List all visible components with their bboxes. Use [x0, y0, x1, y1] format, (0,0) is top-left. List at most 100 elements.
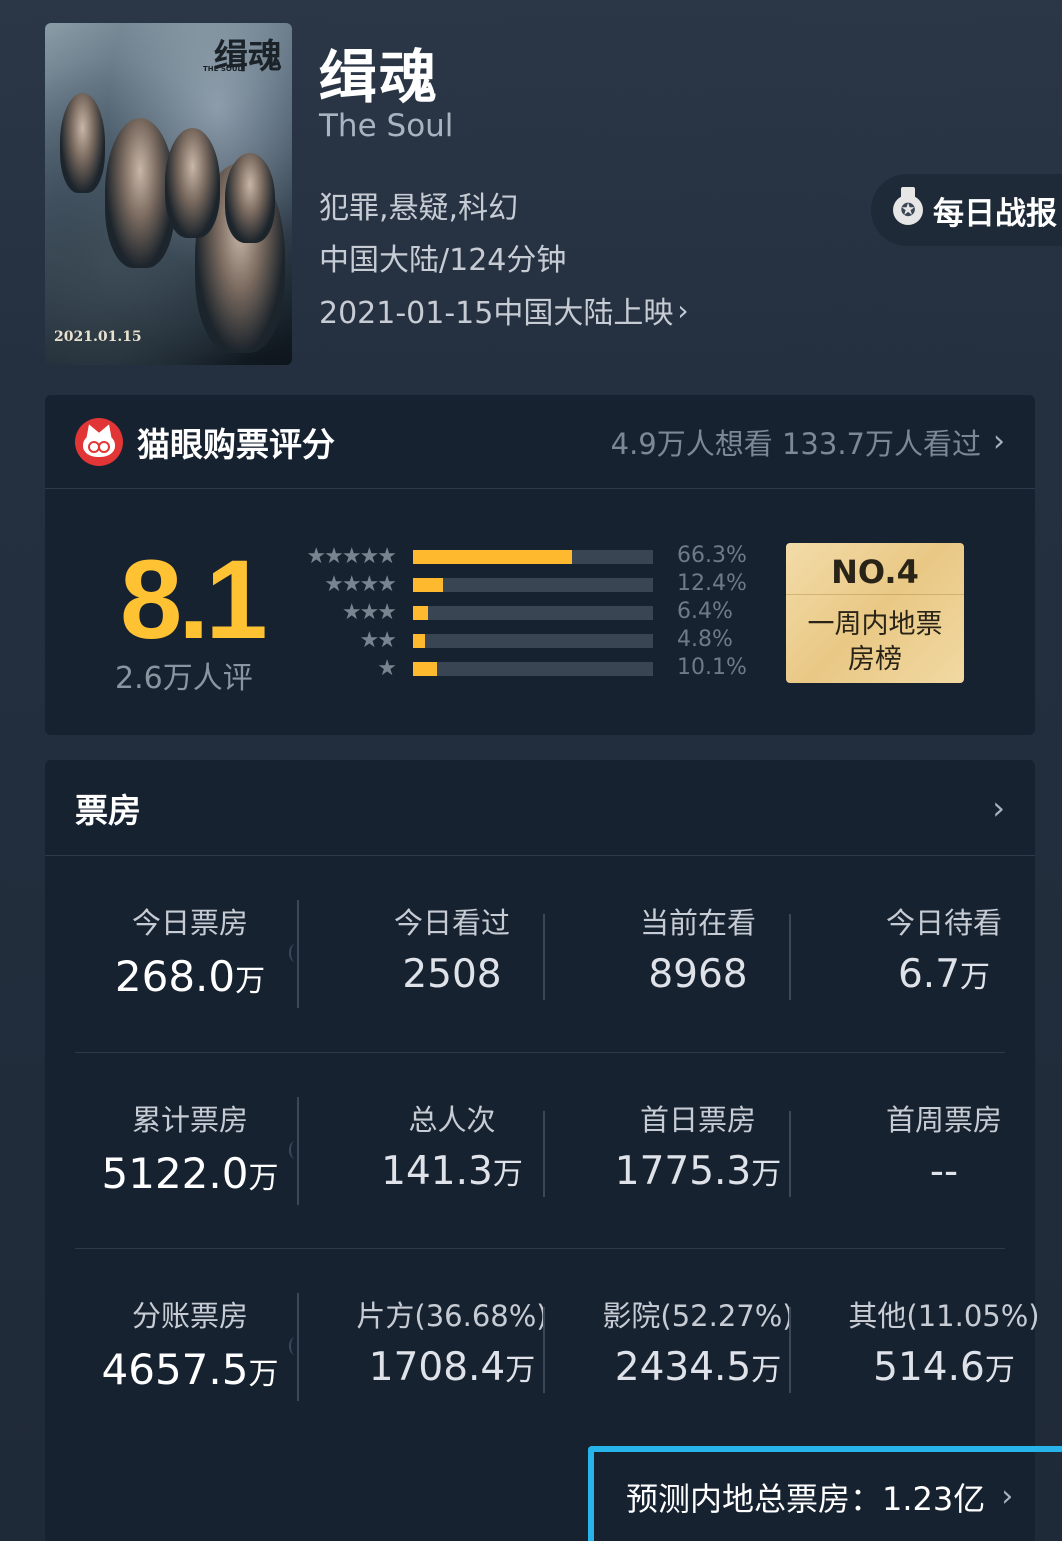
rating-bar-fill — [413, 578, 443, 592]
rating-bar-fill — [413, 606, 429, 620]
release-date-text: 2021-01-15中国大陆上映 — [319, 296, 674, 331]
stat-number: 6.7 — [897, 952, 961, 997]
rating-percent: 12.4% — [677, 571, 747, 596]
divider — [789, 914, 791, 1000]
daily-report-label: 每日战报 — [933, 195, 1057, 232]
divider — [789, 1111, 791, 1197]
stat-label: 首周票房 — [885, 1103, 1002, 1137]
stat-value: 5122.0万 — [75, 1149, 305, 1198]
prediction-text: 预测内地总票房：1.23亿 — [626, 1479, 986, 1518]
rating-header[interactable]: 猫眼购票评分 4.9万人想看 133.7万人看过 › — [45, 395, 1035, 489]
rating-score: 8.1 — [120, 537, 268, 662]
stat-value: 6.7万 — [821, 952, 1062, 997]
chevron-right-icon: › — [1001, 1479, 1014, 1514]
star-rating-icon: ★★ — [359, 628, 397, 653]
box-office-title: 票房 — [75, 790, 141, 830]
stat-label: 今日看过 — [393, 906, 510, 940]
stat-cell: 今日看过 2508 — [329, 856, 575, 1052]
divider — [543, 914, 545, 1000]
stat-number: 1775.3 — [614, 1149, 752, 1194]
chevron-right-icon: › — [993, 424, 1005, 459]
stat-label: 今日待看 — [885, 906, 1002, 940]
rating-percent: 10.1% — [677, 655, 747, 680]
rating-row: ★ 10.1% — [277, 655, 747, 685]
stat-value: 2434.5万 — [575, 1345, 821, 1390]
chevron-right-icon: › — [992, 788, 1005, 827]
stat-value: 141.3万 — [329, 1149, 575, 1194]
chevron-right-icon: › — [677, 293, 689, 327]
stats-row: 分账票房 4657.5万 片方(36.68%) 1708.4万 影院(52.27%) 24… — [75, 1248, 1040, 1445]
rating-row: ★★★★ 12.4% — [277, 571, 747, 601]
stat-label: 今日票房 — [131, 906, 248, 940]
stat-label: 总人次 — [408, 1103, 496, 1137]
box-office-card: 票房 › 今日票房 268.0万 今日看过 2508 当前在看 8968 今日待看 6.7万累… — [45, 760, 1062, 1541]
stat-value: 2508 — [329, 952, 575, 997]
stats-row: 累计票房 5122.0万 总人次 141.3万 首日票房 1775.3万 首周票房 -- — [75, 1052, 1005, 1248]
poster-date: 2021.01.15 — [54, 329, 142, 345]
stat-value: 4657.5万 — [75, 1345, 305, 1394]
stat-cell: 今日票房 268.0万 — [75, 856, 305, 1052]
release-date-link[interactable]: 2021-01-15中国大陆上映 › — [319, 288, 689, 332]
bracket-divider — [289, 1097, 299, 1205]
rank-badge[interactable]: NO.4 一周内地票房榜 — [786, 543, 964, 683]
stat-number: 4657.5 — [101, 1345, 249, 1394]
stat-cell: 当前在看 8968 — [575, 856, 821, 1052]
divider — [789, 1307, 791, 1393]
movie-region-duration: 中国大陆/124分钟 — [319, 243, 567, 278]
stat-value: 1708.4万 — [329, 1345, 575, 1390]
rating-section-title: 猫眼购票评分 — [137, 424, 335, 464]
stat-cell: 首周票房 -- — [821, 1053, 1062, 1249]
stat-cell: 首日票房 1775.3万 — [575, 1053, 821, 1249]
stat-number: 141.3 — [381, 1149, 493, 1194]
rating-row: ★★ 4.8% — [277, 627, 747, 657]
movie-title: 缉魂 — [319, 43, 440, 111]
stat-unit: 万 — [248, 1161, 279, 1196]
rating-bar — [413, 606, 653, 620]
stat-cell: 累计票房 5122.0万 — [75, 1053, 305, 1249]
stat-unit: 万 — [984, 1353, 1015, 1388]
stat-number: 2434.5 — [614, 1345, 752, 1390]
rating-card: 猫眼购票评分 4.9万人想看 133.7万人看过 › 8.1 2.6万人评 ★★… — [45, 395, 1035, 735]
movie-genres: 犯罪,悬疑,科幻 — [319, 191, 519, 226]
rating-bar — [413, 550, 653, 564]
box-office-header[interactable]: 票房 › — [45, 760, 1035, 856]
stat-label: 片方(36.68%) — [356, 1299, 548, 1333]
stat-number: -- — [929, 1149, 959, 1194]
stat-unit: 万 — [960, 960, 991, 995]
stat-cell: 今日待看 6.7万 — [821, 856, 1062, 1052]
stat-unit: 万 — [492, 1157, 523, 1192]
rating-bar — [413, 662, 653, 676]
prediction-button[interactable]: 预测内地总票房：1.23亿 › — [588, 1446, 1062, 1541]
stat-number: 514.6 — [873, 1345, 985, 1390]
stat-number: 2508 — [402, 952, 502, 997]
rank-label: 一周内地票房榜 — [807, 609, 943, 675]
movie-poster[interactable]: 缉魂 THE SOUL 2021.01.15 — [45, 23, 292, 365]
stat-cell: 影院(52.27%) 2434.5万 — [575, 1249, 821, 1445]
rating-bar — [413, 578, 653, 592]
rank-number: NO.4 — [786, 549, 964, 595]
stat-label: 首日票房 — [639, 1103, 756, 1137]
maoyan-cat-icon — [75, 417, 123, 466]
divider — [543, 1111, 545, 1197]
rating-bar — [413, 634, 653, 648]
poster-subtitle: THE SOUL — [203, 65, 242, 73]
stat-number: 268.0 — [114, 952, 236, 1001]
stat-unit: 万 — [505, 1353, 536, 1388]
rating-row: ★★★ 6.4% — [277, 599, 747, 629]
rating-percent: 4.8% — [677, 627, 733, 652]
stat-label: 影院(52.27%) — [602, 1299, 794, 1333]
stat-cell: 片方(36.68%) 1708.4万 — [329, 1249, 575, 1445]
want-watched-link[interactable]: 4.9万人想看 133.7万人看过 › — [611, 421, 1005, 463]
stat-unit: 万 — [248, 1357, 279, 1392]
bracket-divider — [289, 1293, 299, 1401]
star-rating-icon: ★★★★ — [324, 572, 397, 597]
daily-report-button[interactable]: ✪ 每日战报 — [871, 174, 1062, 246]
star-rating-icon: ★★★ — [341, 600, 397, 625]
stat-cell: 分账票房 4657.5万 — [75, 1249, 305, 1445]
stat-unit: 万 — [235, 964, 266, 999]
stat-cell: 总人次 141.3万 — [329, 1053, 575, 1249]
want-watched-text: 4.9万人想看 133.7万人看过 — [610, 426, 981, 461]
stat-number: 5122.0 — [101, 1149, 249, 1198]
star-rating-icon: ★★★★★ — [306, 544, 397, 569]
stat-label: 分账票房 — [131, 1299, 248, 1333]
